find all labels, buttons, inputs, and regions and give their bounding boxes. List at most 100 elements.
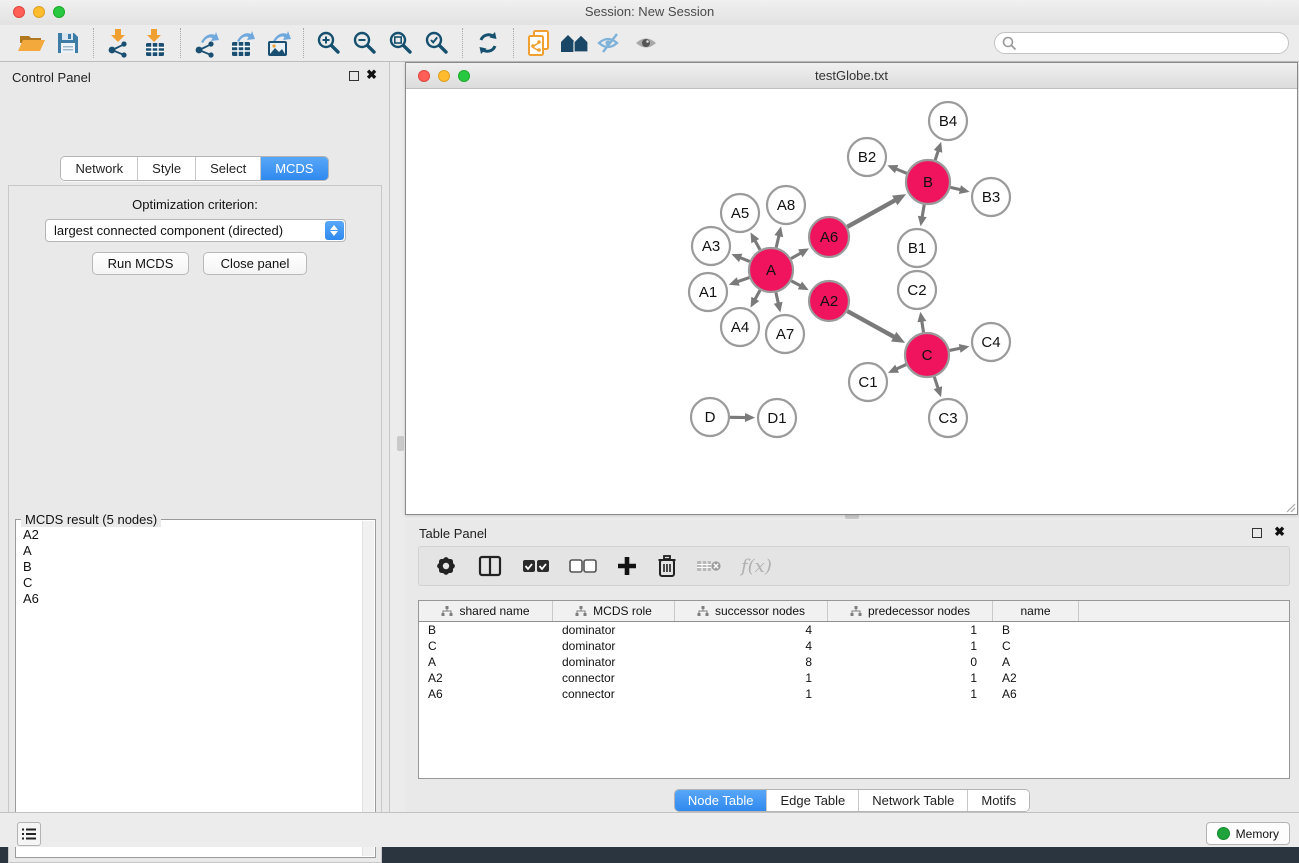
close-panel-button[interactable]: Close panel [203, 252, 307, 275]
table-cell[interactable]: 1 [675, 670, 828, 686]
import-network-button[interactable] [101, 27, 137, 59]
table-cell[interactable]: 8 [675, 654, 828, 670]
table-cell[interactable]: 4 [675, 638, 828, 654]
table-cell[interactable]: 1 [675, 686, 828, 702]
tab-node-table[interactable]: Node Table [675, 790, 768, 811]
table-cell[interactable]: B [993, 622, 1079, 638]
network-canvas[interactable]: B4B2BB3A5A8A6A3B1AA1C2A2A4A7C4CC1DD1C3 [406, 89, 1297, 514]
export-image-button[interactable] [260, 27, 296, 59]
graph-edge-A6-B[interactable] [847, 199, 896, 226]
zoom-fit-button[interactable] [383, 27, 419, 59]
select-all-button[interactable] [522, 558, 550, 574]
memory-button[interactable]: Memory [1206, 822, 1290, 845]
table-cell[interactable]: connector [553, 686, 675, 702]
columns-icon [477, 554, 503, 578]
function-builder-button[interactable]: f(x) [741, 556, 772, 577]
mcds-result-item[interactable]: A2 [23, 527, 375, 543]
float-table-panel-icon[interactable] [1252, 528, 1262, 538]
tab-motifs[interactable]: Motifs [968, 790, 1029, 811]
table-row[interactable]: Adominator80A [419, 654, 1289, 670]
column-header-successor-nodes[interactable]: successor nodes [675, 601, 828, 621]
tab-network[interactable]: Network [61, 157, 138, 180]
table-cell[interactable]: A [993, 654, 1079, 670]
table-cell[interactable]: C [993, 638, 1079, 654]
optimization-criterion-select[interactable]: largest connected component (directed) [45, 219, 346, 242]
import-table-button[interactable] [137, 27, 173, 59]
select-stepper-icon [325, 221, 344, 240]
column-header-name[interactable]: name [993, 601, 1079, 621]
tab-network-table[interactable]: Network Table [859, 790, 968, 811]
mcds-result-item[interactable]: A6 [23, 591, 375, 607]
tab-mcds[interactable]: MCDS [261, 157, 327, 180]
table-cell[interactable]: 1 [828, 670, 993, 686]
search-input[interactable] [1021, 34, 1276, 52]
open-file-button[interactable] [14, 27, 50, 59]
table-row[interactable]: A6connector11A6 [419, 686, 1289, 702]
table-cell[interactable]: dominator [553, 622, 675, 638]
table-row[interactable]: A2connector11A2 [419, 670, 1289, 686]
export-table-button[interactable] [224, 27, 260, 59]
graph-edge-C-C3[interactable] [934, 377, 938, 390]
table-cell[interactable]: B [419, 622, 553, 638]
graph-edge-A2-C[interactable] [847, 311, 895, 337]
run-mcds-button[interactable]: Run MCDS [92, 252, 189, 275]
close-table-panel-icon[interactable]: ✖ [1274, 525, 1285, 538]
tab-select[interactable]: Select [196, 157, 261, 180]
table-cell[interactable]: 1 [828, 638, 993, 654]
table-cell[interactable]: 0 [828, 654, 993, 670]
table-cell[interactable]: dominator [553, 638, 675, 654]
table-cell[interactable]: connector [553, 670, 675, 686]
new-network-from-selection-icon [526, 29, 552, 57]
zoom-out-button[interactable] [347, 27, 383, 59]
delete-column-button[interactable] [657, 554, 677, 578]
float-panel-icon[interactable] [349, 71, 359, 81]
table-row[interactable]: Cdominator41C [419, 638, 1289, 654]
column-header-predecessor-nodes[interactable]: predecessor nodes [828, 601, 993, 621]
mcds-result-item[interactable]: A [23, 543, 375, 559]
tab-style[interactable]: Style [138, 157, 196, 180]
graph-edge-A-A8[interactable] [776, 234, 779, 247]
table-cell[interactable]: 1 [828, 686, 993, 702]
network-window-titlebar[interactable]: testGlobe.txt [406, 63, 1297, 89]
delete-table-button[interactable] [696, 558, 722, 574]
table-cell[interactable]: A2 [993, 670, 1079, 686]
zoom-selected-button[interactable] [419, 27, 455, 59]
graph-edge-A-A1[interactable] [736, 278, 749, 283]
resize-grip-icon[interactable] [1284, 501, 1296, 513]
table-cell[interactable]: A [419, 654, 553, 670]
table-row[interactable]: Bdominator41B [419, 622, 1289, 638]
mcds-result-item[interactable]: C [23, 575, 375, 591]
show-all-networks-button[interactable] [557, 27, 593, 59]
new-network-from-selection-button[interactable] [521, 27, 557, 59]
graph-node-label: A6 [820, 229, 838, 246]
mcds-result-list: A2ABCA6 [16, 520, 375, 607]
mcds-result-item[interactable]: B [23, 559, 375, 575]
memory-status-icon [1217, 827, 1230, 840]
hide-selected-button[interactable] [593, 27, 629, 59]
vertical-splitter-handle[interactable] [397, 436, 404, 451]
graph-edge-B-B1[interactable] [922, 205, 924, 219]
apply-layout-button[interactable] [470, 27, 506, 59]
table-cell[interactable]: 4 [675, 622, 828, 638]
add-column-button[interactable] [616, 555, 638, 577]
table-cell[interactable]: 1 [828, 622, 993, 638]
table-cell[interactable]: A6 [993, 686, 1079, 702]
task-history-button[interactable] [17, 822, 41, 846]
column-header-shared-name[interactable]: shared name [419, 601, 553, 621]
table-cell[interactable]: dominator [553, 654, 675, 670]
deselect-all-button[interactable] [569, 558, 597, 574]
close-panel-icon[interactable]: ✖ [366, 68, 377, 81]
show-selected-button[interactable] [629, 27, 665, 59]
control-panel: Control Panel ✖ Network Style Select MCD… [0, 62, 390, 812]
save-session-button[interactable] [50, 27, 86, 59]
export-network-button[interactable] [188, 27, 224, 59]
column-header-MCDS-role[interactable]: MCDS role [553, 601, 675, 621]
table-cell[interactable]: A6 [419, 686, 553, 702]
result-scrollbar[interactable] [362, 521, 374, 856]
tab-edge-table[interactable]: Edge Table [767, 790, 859, 811]
show-column-button[interactable] [477, 554, 503, 578]
table-cell[interactable]: A2 [419, 670, 553, 686]
zoom-in-button[interactable] [311, 27, 347, 59]
table-cell[interactable]: C [419, 638, 553, 654]
table-settings-button[interactable] [434, 554, 458, 578]
